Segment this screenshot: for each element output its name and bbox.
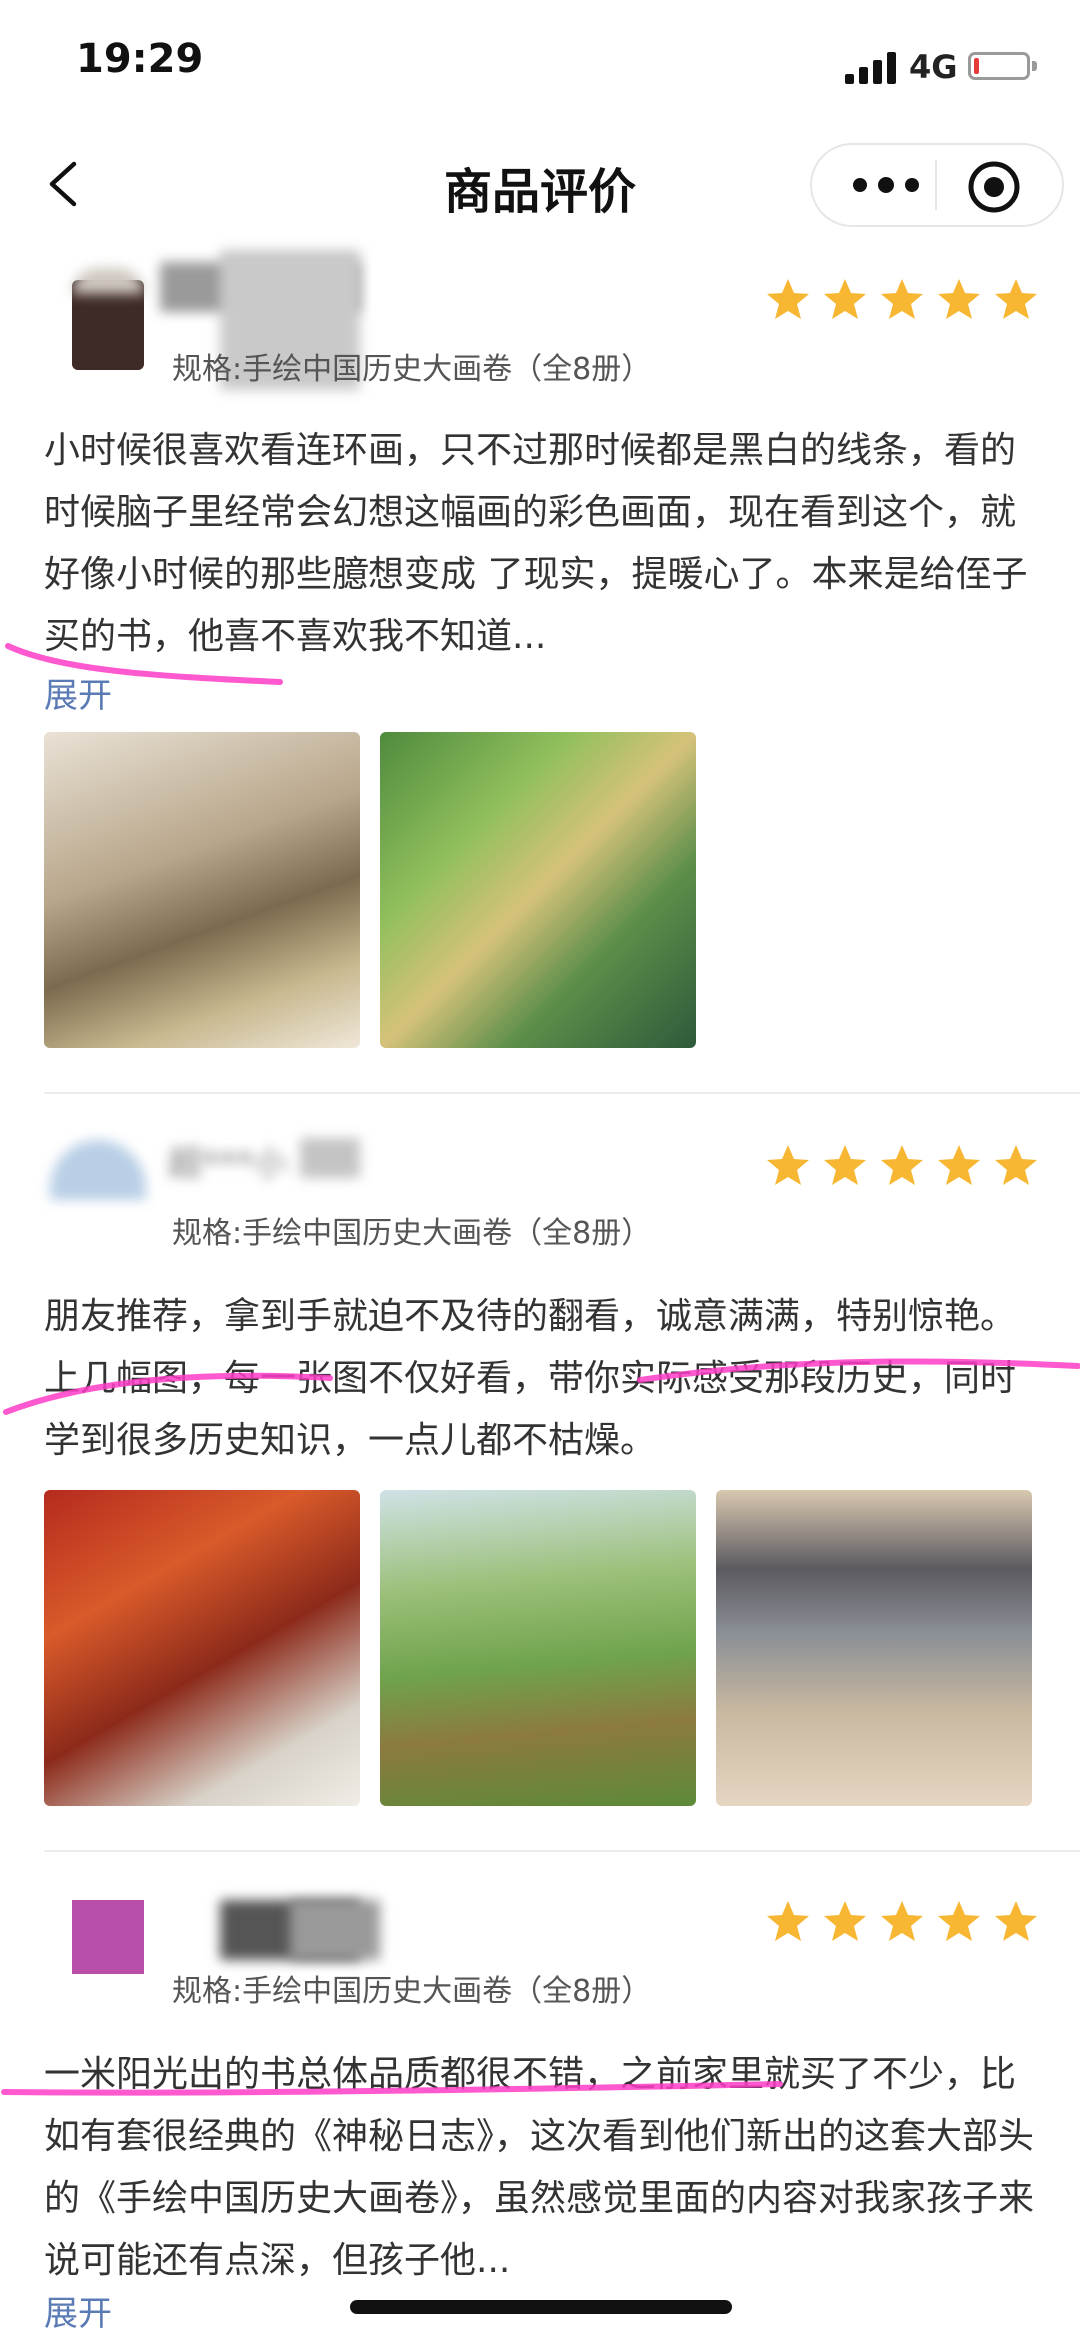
more-dots-icon[interactable] [846, 168, 926, 202]
avatar-top-blur [72, 268, 144, 294]
product-spec: 规格:手绘中国历史大画卷（全8册） [172, 1216, 652, 1251]
star-icon [938, 1145, 980, 1185]
star-rating [764, 276, 1040, 324]
review-photo[interactable] [380, 1490, 696, 1806]
pen-highlight-mark [3, 1358, 1080, 1415]
star-icon [995, 1901, 1037, 1941]
battery-nub [1032, 61, 1037, 71]
star-icon [824, 279, 866, 319]
expand-link[interactable]: 展开 [44, 2286, 112, 2335]
star-icon [824, 1901, 866, 1941]
star-rating [764, 1898, 1040, 1946]
record-target-icon[interactable] [966, 159, 1022, 215]
status-time: 19:29 [76, 36, 204, 82]
star-icon [767, 1145, 809, 1185]
star-icon [938, 279, 980, 319]
username-mosaic [290, 1900, 380, 1960]
star-icon [824, 1145, 866, 1185]
review-photo[interactable] [380, 732, 696, 1048]
pen-highlight-mark [5, 643, 283, 685]
battery-icon [968, 52, 1030, 80]
divider [44, 1850, 1080, 1852]
star-icon [881, 1901, 923, 1941]
star-icon [938, 1901, 980, 1941]
signal-icon [845, 52, 896, 84]
divider [44, 1092, 1080, 1094]
product-spec: 规格:手绘中国历史大画卷（全8册） [172, 1974, 652, 2009]
review-photo[interactable] [44, 732, 360, 1048]
star-icon [881, 1145, 923, 1185]
avatar[interactable] [72, 1900, 144, 1974]
star-icon [881, 279, 923, 319]
review-photo[interactable] [716, 1490, 1032, 1806]
star-rating [764, 1142, 1040, 1190]
network-type: 4G [909, 48, 958, 86]
capsule-divider [935, 160, 937, 210]
star-icon [995, 279, 1037, 319]
star-icon [767, 1901, 809, 1941]
pen-highlight-mark [1, 2081, 783, 2096]
avatar[interactable] [50, 1140, 146, 1200]
product-spec: 规格:手绘中国历史大画卷（全8册） [172, 352, 652, 387]
star-icon [995, 1145, 1037, 1185]
home-indicator[interactable] [350, 2300, 732, 2314]
username-mosaic [300, 1138, 360, 1178]
username: 超***小 [168, 1144, 287, 1184]
review-photo[interactable] [44, 1490, 360, 1806]
star-icon [767, 279, 809, 319]
